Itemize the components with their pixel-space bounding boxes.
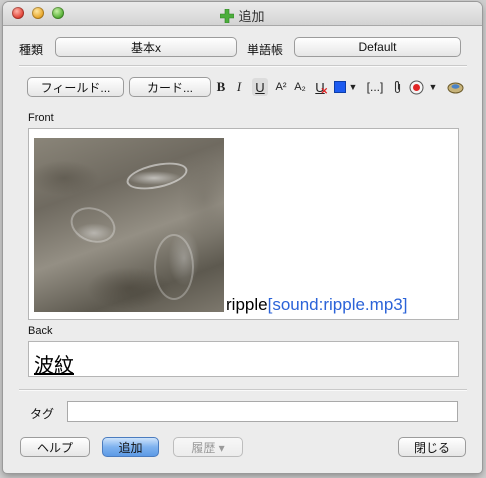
back-field-label: Back <box>28 325 53 337</box>
image-detail <box>154 234 194 300</box>
note-type-selector[interactable]: 基本x <box>55 37 237 57</box>
divider <box>19 389 467 391</box>
close-button[interactable]: 閉じる <box>398 437 466 457</box>
image-detail <box>65 201 121 249</box>
record-audio-icon[interactable] <box>408 78 424 96</box>
title-bar: 追加 <box>3 2 482 26</box>
back-field-text: 波紋 <box>34 355 74 377</box>
more-options-dropdown-icon[interactable]: ▼ <box>428 78 438 96</box>
help-button[interactable]: ヘルプ <box>20 437 90 457</box>
subscript-button[interactable]: A₂ <box>292 78 308 96</box>
color-swatch-icon <box>334 81 346 93</box>
text-color-dropdown-icon[interactable]: ▼ <box>348 78 358 96</box>
window-title: 追加 <box>238 9 265 24</box>
fields-button[interactable]: フィールド... <box>27 77 124 97</box>
clear-format-button[interactable]: U ✕ <box>312 78 328 97</box>
add-plus-icon <box>220 8 235 24</box>
clear-x-icon: ✕ <box>320 86 328 96</box>
cards-button[interactable]: カード... <box>129 77 211 97</box>
superscript-button[interactable]: A² <box>273 78 289 96</box>
back-field-editor[interactable] <box>28 341 459 377</box>
cloze-button[interactable]: [...] <box>362 78 388 96</box>
text-color-button[interactable] <box>333 78 347 96</box>
front-field-label: Front <box>28 112 54 124</box>
add-note-window: 追加 種類 基本x 単語帳 Default フィールド... カード... B … <box>3 2 482 473</box>
ripple-image <box>34 138 224 312</box>
tags-label: タグ <box>30 407 55 421</box>
divider <box>19 65 467 67</box>
deck-selector[interactable]: Default <box>294 37 461 57</box>
note-type-label: 種類 <box>19 43 44 57</box>
italic-button[interactable]: I <box>232 78 246 96</box>
front-field-text: ripple[sound:ripple.mp3] <box>226 295 407 315</box>
sound-tag: [sound:ripple.mp3] <box>267 295 408 314</box>
add-button[interactable]: 追加 <box>102 437 159 457</box>
front-word: ripple <box>226 295 268 314</box>
deck-label: 単語帳 <box>247 43 284 57</box>
tags-input[interactable] <box>67 401 458 422</box>
image-detail <box>124 157 190 195</box>
bold-button[interactable]: B <box>214 78 228 96</box>
history-button[interactable]: 履歴 ▾ <box>173 437 243 457</box>
attach-paperclip-icon[interactable] <box>391 78 403 96</box>
underline-button[interactable]: U <box>252 78 268 96</box>
latex-icon[interactable] <box>446 78 464 96</box>
